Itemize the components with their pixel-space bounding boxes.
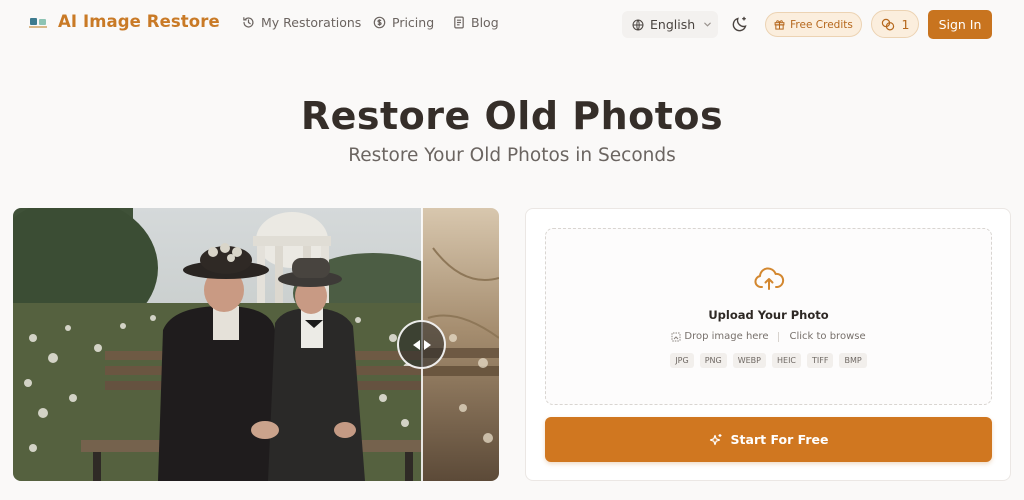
free-credits-label: Free Credits <box>790 18 853 31</box>
upload-instructions: Drop image here Click to browse <box>546 331 991 342</box>
upload-title: Upload Your Photo <box>708 308 829 322</box>
chevron-down-icon <box>704 22 711 27</box>
format-badge: JPG <box>670 353 694 368</box>
language-label: English <box>650 17 696 32</box>
arrows-left-right-icon <box>412 339 431 350</box>
document-icon <box>454 16 464 29</box>
page-subtitle: Restore Your Old Photos in Seconds <box>348 145 676 166</box>
nav-my-restorations[interactable]: My Restorations <box>242 15 361 30</box>
cloud-upload-icon <box>754 267 785 290</box>
gift-icon <box>774 20 785 30</box>
compare-slider-handle[interactable] <box>397 320 446 369</box>
language-selector[interactable]: English <box>622 11 718 38</box>
start-for-free-button[interactable]: Start For Free <box>545 417 992 462</box>
format-badge: BMP <box>839 353 867 368</box>
dollar-circle-icon <box>373 16 386 29</box>
free-credits-button[interactable]: Free Credits <box>765 12 862 37</box>
format-badge: HEIC <box>772 353 802 368</box>
upload-dropzone[interactable]: Upload Your Photo Drop image here Click … <box>545 228 992 405</box>
nav-blog[interactable]: Blog <box>453 15 499 30</box>
browse-link[interactable]: Click to browse <box>789 331 865 342</box>
nav-blog-label: Blog <box>471 15 499 30</box>
start-for-free-label: Start For Free <box>730 432 829 447</box>
page-title: Restore Old Photos <box>300 94 724 138</box>
upload-panel: Upload Your Photo Drop image here Click … <box>525 208 1011 481</box>
top-navbar: AI Image Restore My Restorations Pricing… <box>0 0 1024 48</box>
theme-toggle-icon[interactable] <box>731 15 749 33</box>
history-icon <box>243 17 254 28</box>
nav-pricing-label: Pricing <box>392 15 435 30</box>
format-badge: WEBP <box>732 353 766 368</box>
drop-image-text: Drop image here <box>684 331 769 342</box>
format-badge: TIFF <box>807 353 834 368</box>
image-drop-icon <box>671 332 681 341</box>
instructions-separator <box>778 331 780 342</box>
nav-my-restorations-label: My Restorations <box>261 15 362 30</box>
logo-icon <box>29 15 49 29</box>
format-badge: PNG <box>699 353 727 368</box>
logo[interactable]: AI Image Restore <box>29 12 220 31</box>
sparkles-icon <box>709 433 722 445</box>
sign-in-button[interactable]: Sign In <box>928 10 992 39</box>
supported-formats: JPG PNG WEBP HEIC TIFF BMP <box>546 353 991 368</box>
globe-icon <box>632 19 644 30</box>
credit-balance-button[interactable]: 1 <box>871 10 919 38</box>
nav-pricing[interactable]: Pricing <box>373 15 434 30</box>
before-after-comparison[interactable] <box>13 208 499 481</box>
logo-text: AI Image Restore <box>58 12 220 31</box>
credit-count: 1 <box>901 16 910 32</box>
coins-icon <box>881 18 894 31</box>
